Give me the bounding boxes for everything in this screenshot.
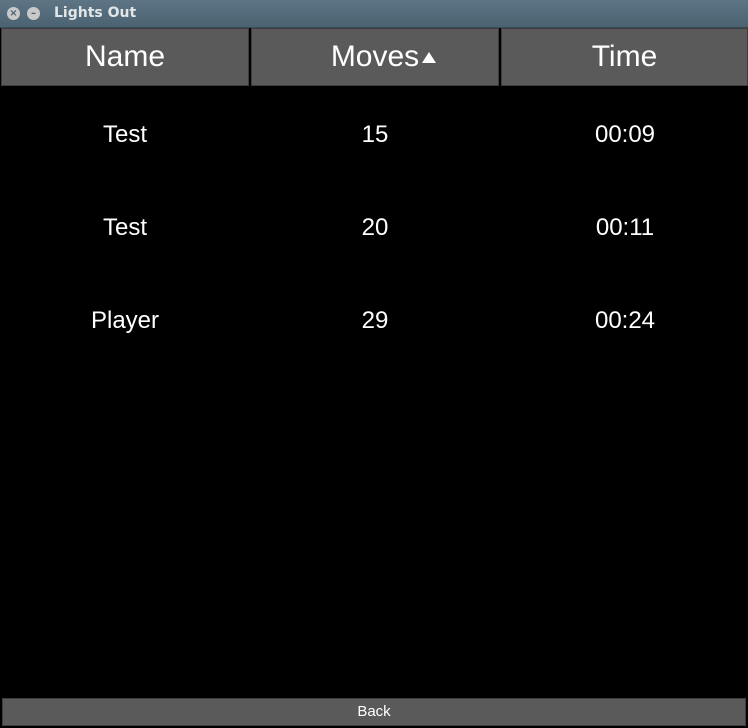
column-header-moves[interactable]: Moves [251,28,499,86]
cell-name: Test [102,214,147,241]
table-header: Name Moves Time [0,28,748,86]
back-button[interactable]: Back [2,698,746,726]
cell-time: 00:24 [594,307,656,334]
app-window: × – Lights Out Name Moves Time Test 15 0… [0,0,748,728]
cell-time: 00:09 [594,121,656,148]
sort-ascending-icon [422,52,436,63]
table-row[interactable]: Player 29 00:24 [0,301,748,341]
cell-time: 00:11 [595,214,655,241]
close-icon[interactable]: × [7,7,20,20]
cell-name: Player [90,307,160,334]
column-header-time[interactable]: Time [501,28,748,86]
cell-moves: 20 [361,214,389,241]
table-row[interactable]: Test 15 00:09 [0,115,748,155]
cell-name: Test [102,121,147,148]
minimize-icon[interactable]: – [27,7,40,20]
cell-moves: 29 [361,307,389,334]
column-header-name[interactable]: Name [1,28,249,86]
table-row[interactable]: Test 20 00:11 [0,208,748,248]
cell-moves: 15 [361,121,389,148]
title-bar[interactable]: × – Lights Out [0,0,748,28]
window-title: Lights Out [54,5,137,21]
